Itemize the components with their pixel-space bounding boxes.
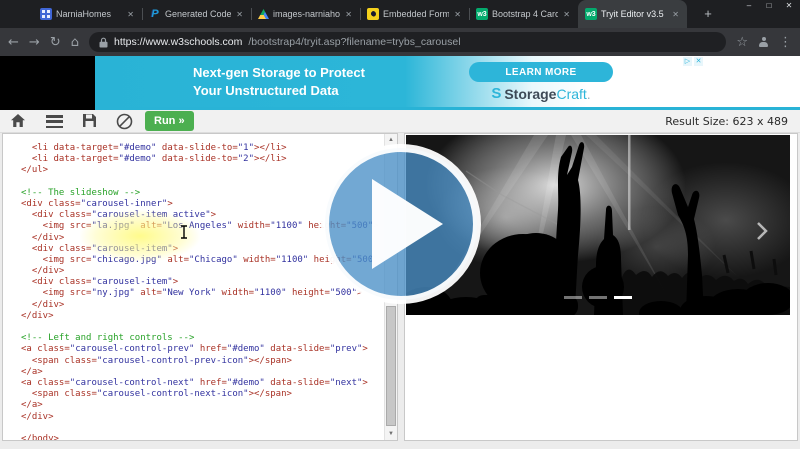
code-line: </a> (21, 367, 384, 378)
w3-favicon-icon: w3 (476, 8, 488, 20)
video-play-button[interactable] (316, 139, 486, 309)
browser-tab[interactable]: images-narniahomes ✕ (251, 0, 360, 28)
code-line (21, 322, 384, 333)
address-input[interactable]: https://www.w3schools.com/bootstrap4/try… (89, 32, 726, 52)
carousel-indicator-dash[interactable] (564, 296, 582, 299)
tab-title: NarniaHomes (56, 9, 122, 19)
scrollbar-thumb[interactable] (386, 306, 396, 426)
window-maximize-button[interactable]: □ (764, 1, 774, 10)
browser-tab[interactable]: NarniaHomes ✕ (33, 0, 142, 28)
url-path: /bootstrap4/tryit.asp?filename=trybs_car… (248, 36, 460, 48)
code-line: <a class="carousel-control-prev" href="#… (21, 344, 384, 355)
ad-brand-logo: S StorageCraft. (469, 85, 613, 102)
adchoices-controls: ▷ ✕ (683, 57, 703, 66)
ad-headline-line1: Next-gen Storage to Protect (193, 64, 365, 82)
tab-close-icon[interactable]: ✕ (562, 9, 571, 20)
drive-favicon-icon (258, 9, 269, 19)
ad-headline: Next-gen Storage to Protect Your Unstruc… (193, 64, 365, 100)
new-tab-button[interactable]: + (700, 6, 716, 22)
result-size-value: 623 x 489 (733, 115, 789, 128)
code-line (21, 423, 384, 434)
code-line: <a class="carousel-control-next" href="#… (21, 378, 384, 389)
back-icon[interactable]: ← (8, 36, 19, 49)
carousel-indicators[interactable] (564, 296, 632, 299)
ad-learn-more-button[interactable]: LEARN MORE (469, 62, 613, 82)
footer-strip (0, 441, 800, 449)
browser-tab[interactable]: w3 Tryit Editor v3.5 ✕ (578, 0, 687, 28)
ad-close-icon[interactable]: ✕ (694, 57, 703, 66)
tab-close-icon[interactable]: ✕ (126, 9, 135, 20)
window-minimize-button[interactable]: – (744, 1, 754, 10)
padlock-icon (99, 37, 108, 48)
save-button-icon[interactable] (82, 113, 97, 128)
reload-icon[interactable]: ↻ (50, 36, 61, 49)
run-button[interactable]: Run » (145, 111, 194, 131)
carousel-indicator-dash[interactable] (589, 296, 607, 299)
browser-menu-icon[interactable]: ⋮ (779, 36, 792, 49)
tryit-toolbar: Run » Result Size: 623 x 489 (0, 110, 800, 133)
url-bar: ← → ↻ ⌂ https://www.w3schools.com/bootst… (0, 28, 800, 56)
code-line: </div> (21, 412, 384, 423)
tab-title: Embedded Form Code (383, 9, 449, 19)
tab-close-icon[interactable]: ✕ (671, 9, 680, 20)
tab-close-icon[interactable]: ✕ (453, 9, 462, 20)
home-icon[interactable]: ⌂ (71, 36, 79, 49)
url-host: https://www.w3schools.com (114, 36, 242, 48)
paypal-favicon-icon: P (149, 8, 161, 20)
storagecraft-logo-icon: S (491, 85, 501, 102)
carousel-indicator-dash[interactable] (614, 296, 632, 299)
result-size-label: Result Size: 623 x 489 (665, 115, 788, 128)
adchoices-icon[interactable]: ▷ (683, 57, 692, 66)
tab-bar: NarniaHomes✕PGenerated Code - PayPal✕ima… (0, 0, 800, 28)
menu-button-icon[interactable] (46, 115, 63, 128)
w3-favicon-icon: w3 (585, 8, 597, 20)
code-line: <span class="carousel-control-next-icon"… (21, 389, 384, 400)
tab-close-icon[interactable]: ✕ (235, 9, 244, 20)
narnia-favicon-icon (40, 8, 52, 20)
tab-strip: NarniaHomes✕PGenerated Code - PayPal✕ima… (33, 0, 687, 28)
window-close-button[interactable]: ✕ (784, 1, 794, 10)
forward-icon[interactable]: → (29, 36, 40, 49)
browser-tab[interactable]: P Generated Code - PayPal ✕ (142, 0, 251, 28)
ad-strip: Next-gen Storage to Protect Your Unstruc… (0, 56, 800, 110)
tab-close-icon[interactable]: ✕ (344, 9, 353, 20)
code-line: </a> (21, 400, 384, 411)
ad-banner[interactable]: Next-gen Storage to Protect Your Unstruc… (95, 56, 800, 110)
ad-headline-line2: Your Unstructured Data (193, 82, 365, 100)
tab-title: Generated Code - PayPal (165, 9, 231, 19)
bookmark-star-icon[interactable]: ☆ (736, 36, 748, 49)
profile-avatar-icon[interactable] (758, 37, 769, 48)
code-line: </body> (21, 434, 384, 440)
browser-tab[interactable]: Embedded Form Code ✕ (360, 0, 469, 28)
ibeam-cursor-icon (180, 225, 188, 239)
browser-tab[interactable]: w3 Bootstrap 4 Carousel ✕ (469, 0, 578, 28)
window-controls: – □ ✕ (744, 1, 794, 10)
tab-title: Bootstrap 4 Carousel (492, 9, 558, 19)
home-button-icon[interactable] (10, 113, 26, 128)
code-line: </div> (21, 311, 384, 322)
orientation-toggle-icon[interactable] (116, 113, 133, 130)
browser-window: NarniaHomes✕PGenerated Code - PayPal✕ima… (0, 0, 800, 449)
scroll-down-icon[interactable]: ▼ (385, 428, 397, 440)
code-line: <!-- Left and right controls --> (21, 333, 384, 344)
tab-title: Tryit Editor v3.5 (601, 9, 667, 19)
embed-favicon-icon (367, 8, 379, 20)
code-line: <span class="carousel-control-prev-icon"… (21, 356, 384, 367)
tab-title: images-narniahomes (273, 9, 340, 19)
